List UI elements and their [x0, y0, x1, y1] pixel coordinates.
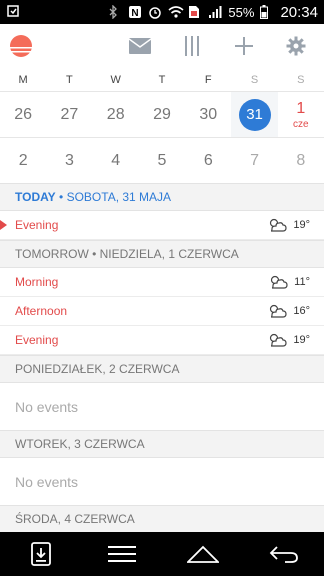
calendar-day[interactable]: 3 [46, 138, 92, 183]
temperature: 19° [293, 334, 310, 346]
alarm-icon [148, 5, 162, 19]
settings-icon[interactable] [284, 34, 308, 58]
status-time: 20:34 [280, 3, 318, 21]
status-bar: N 55% 20:34 [0, 0, 324, 24]
weekday-label: M [18, 74, 28, 86]
calendar-day-month-start[interactable]: 1 cze [278, 92, 324, 137]
wifi-icon [168, 5, 184, 19]
battery-percent: 55% [228, 4, 255, 20]
weather: 19° [267, 218, 310, 232]
partly-cloudy-icon [270, 218, 287, 232]
weekday-label: W [110, 74, 121, 86]
agenda-event[interactable]: Morning 11° [0, 268, 324, 297]
weekday-label: S [250, 74, 259, 86]
no-events-label: No events [15, 473, 79, 490]
agenda-header-tomorrow: TOMORROW • NIEDZIELA, 1 CZERWCA [0, 240, 324, 268]
temperature: 11° [294, 276, 310, 288]
month-label: cze [293, 118, 309, 130]
agenda-header-day: PONIEDZIAŁEK, 2 CZERWCA [0, 355, 324, 383]
partly-cloudy-icon [271, 275, 288, 289]
nfc-icon: N [128, 5, 142, 19]
sim-icon [188, 5, 202, 19]
weather: 11° [268, 275, 310, 289]
agenda-header-day: WTOREK, 3 CZERWCA [0, 430, 324, 458]
view-columns-icon[interactable] [180, 34, 204, 58]
app-header [0, 24, 324, 68]
calendar-day[interactable]: 28 [93, 92, 139, 137]
signal-icon [208, 5, 222, 19]
calendar-day[interactable]: 29 [139, 92, 185, 137]
battery-icon [260, 5, 274, 19]
week-row: 2 3 4 5 6 7 8 [0, 137, 324, 183]
weekday-label: F [204, 74, 212, 86]
calendar-day[interactable]: 30 [185, 92, 231, 137]
weather: 19° [267, 333, 310, 347]
calendar-day[interactable]: 5 [139, 138, 185, 183]
calendar-day[interactable]: 2 [0, 138, 46, 183]
weekday-label: S [297, 74, 305, 86]
partly-cloudy-icon [270, 304, 287, 318]
back-icon[interactable] [264, 538, 304, 570]
event-name: Evening [15, 218, 59, 232]
calendar-day[interactable]: 26 [0, 92, 46, 137]
agenda-header-day: ŚRODA, 4 CZERWCA [0, 505, 324, 533]
calendar-day-today[interactable]: 31 [231, 92, 278, 137]
mail-icon[interactable] [128, 34, 152, 58]
agenda-header-today: TODAY • SOBOTA, 31 MAJA [0, 183, 324, 211]
today-marker: 31 [238, 98, 271, 131]
weekday-label: T [158, 74, 166, 86]
agenda-event[interactable]: Afternoon 16° [0, 297, 324, 326]
notification-icon [6, 4, 20, 21]
bluetooth-icon [108, 4, 122, 20]
weekday-label: T [66, 74, 73, 86]
agenda-event[interactable]: Evening 19° [0, 326, 324, 355]
partly-cloudy-icon [270, 333, 287, 347]
menu-icon[interactable] [102, 538, 142, 570]
week-row: 26 27 28 29 30 31 1 cze [0, 91, 324, 137]
sunrise-logo-icon[interactable] [10, 35, 32, 57]
calendar-day[interactable]: 6 [185, 138, 231, 183]
home-icon[interactable] [183, 538, 223, 570]
event-name: Morning [15, 275, 59, 289]
status-left [6, 4, 108, 21]
calendar-day[interactable]: 27 [46, 92, 92, 137]
agenda-event[interactable]: Evening 19° [0, 211, 324, 240]
current-marker-icon [0, 220, 7, 230]
no-events-label: No events [15, 398, 79, 415]
event-name: Evening [15, 333, 59, 347]
notification-tray-icon[interactable] [21, 538, 61, 570]
calendar-day[interactable]: 4 [93, 138, 139, 183]
system-nav-bar [0, 532, 324, 576]
temperature: 19° [293, 219, 310, 231]
calendar-day[interactable]: 8 [278, 138, 324, 183]
calendar-day[interactable]: 7 [231, 138, 277, 183]
header-actions [128, 34, 314, 58]
temperature: 16° [293, 305, 310, 317]
status-right: N 55% 20:34 [108, 4, 318, 21]
add-icon[interactable] [232, 34, 256, 58]
svg-text:N: N [132, 8, 139, 19]
event-name: Afternoon [15, 304, 68, 318]
weather: 16° [267, 304, 310, 318]
weekday-header: M T W T F S S [0, 70, 324, 90]
agenda-list: TODAY • SOBOTA, 31 MAJA Evening 19° TOMO… [0, 183, 324, 533]
